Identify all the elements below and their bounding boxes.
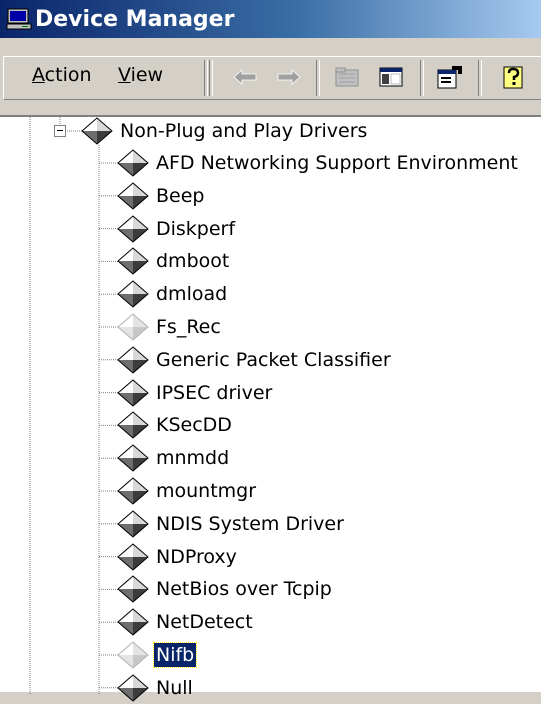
tree-item[interactable]: Fs_Rec — [116, 311, 223, 343]
tree-item-label: NDProxy — [156, 545, 237, 568]
tree-item-label: Generic Packet Classifier — [156, 348, 391, 371]
driver-diamond-icon — [117, 575, 149, 604]
menu-action-rest: ction — [44, 64, 92, 86]
window-title: Device Manager — [35, 6, 235, 32]
driver-diamond-icon — [117, 378, 149, 407]
collapse-toggle[interactable] — [54, 125, 66, 137]
tree-item-label: dmload — [156, 283, 228, 306]
tree-item[interactable]: KSecDD — [116, 409, 234, 441]
menu-action-accel: A — [32, 64, 45, 86]
tree-item-label: Diskperf — [156, 217, 236, 240]
driver-diamond-icon — [117, 346, 149, 374]
driver-diamond-disabled-icon — [117, 641, 149, 669]
tree-item[interactable]: Nifb — [116, 639, 198, 671]
menu-view-accel: V — [118, 64, 131, 86]
toolbar-separator — [204, 60, 208, 96]
tree-item[interactable]: NetDetect — [116, 606, 255, 638]
driver-diamond-icon — [117, 510, 149, 538]
tree-item[interactable]: Beep — [116, 180, 206, 212]
driver-diamond-disabled-icon — [117, 313, 149, 341]
tree-item-label: NDIS System Driver — [156, 512, 344, 535]
menu-view-rest: iew — [130, 64, 164, 86]
tree-item[interactable]: NDProxy — [116, 541, 239, 573]
tree-item-label: Fs_Rec — [156, 316, 221, 338]
driver-diamond-icon — [117, 214, 149, 243]
tree-item-label: Null — [156, 676, 193, 699]
tree-item[interactable]: Generic Packet Classifier — [116, 344, 393, 376]
driver-diamond-icon — [117, 149, 149, 177]
tree-item[interactable]: AFD Networking Support Environment — [116, 147, 520, 179]
tree-item-label: mnmdd — [156, 447, 230, 470]
toolbar-separator — [420, 60, 424, 96]
show-hide-console-tree-icon[interactable] — [374, 62, 408, 92]
tree-item[interactable]: dmload — [116, 278, 229, 310]
tree-item[interactable]: mountmgr — [116, 475, 258, 507]
tree-item-label: IPSEC driver — [156, 381, 273, 404]
tree-item[interactable]: NDIS System Driver — [116, 508, 346, 540]
tree-item[interactable]: IPSEC driver — [116, 377, 274, 409]
tree-item[interactable]: mnmdd — [116, 442, 231, 474]
tree-item[interactable]: Null — [116, 672, 195, 704]
tree-item-label: Beep — [156, 184, 205, 207]
driver-diamond-icon — [117, 247, 149, 276]
toolbar-separator — [316, 60, 320, 96]
driver-diamond-icon — [117, 542, 149, 571]
tree-item-label: Non-Plug and Play Drivers — [120, 120, 368, 142]
tree-item-label: mountmgr — [156, 480, 257, 502]
tree-item-label: KSecDD — [156, 414, 232, 437]
tree-item[interactable]: Diskperf — [116, 213, 237, 245]
driver-diamond-icon — [117, 608, 149, 636]
driver-diamond-icon — [117, 674, 149, 702]
toolbar-separator — [478, 60, 482, 96]
up-folder-icon[interactable] — [330, 62, 364, 92]
tree-item-label: dmboot — [156, 250, 230, 273]
title-bar[interactable]: Device Manager — [0, 0, 541, 38]
driver-diamond-icon — [117, 280, 149, 308]
device-tree-pane[interactable]: Non-Plug and Play Drivers AFD Networking… — [0, 115, 541, 702]
forward-arrow-icon[interactable] — [272, 62, 306, 92]
driver-diamond-icon — [117, 411, 149, 440]
help-icon[interactable] — [498, 62, 532, 92]
driver-diamond-icon — [117, 182, 149, 210]
tree-item-label: AFD Networking Support Environment — [156, 152, 518, 174]
driver-diamond-icon — [81, 117, 113, 145]
menu-view[interactable]: View — [118, 64, 163, 86]
tree-item-label: Nifb — [152, 642, 198, 668]
driver-diamond-icon — [117, 477, 149, 505]
tree-item-label: NetDetect — [156, 611, 253, 634]
driver-diamond-icon — [117, 444, 149, 472]
computer-icon — [6, 8, 32, 30]
back-arrow-icon[interactable] — [228, 62, 262, 92]
properties-icon[interactable] — [432, 62, 466, 92]
tree-item[interactable]: dmboot — [116, 245, 231, 277]
toolbar: Action View — [0, 40, 541, 114]
tree-item-label: NetBios over Tcpip — [156, 578, 332, 601]
tree-item-parent[interactable]: Non-Plug and Play Drivers — [80, 115, 369, 147]
tree-item[interactable]: NetBios over Tcpip — [116, 573, 334, 605]
toolbar-separator — [209, 60, 213, 96]
menu-action[interactable]: Action — [32, 64, 92, 86]
